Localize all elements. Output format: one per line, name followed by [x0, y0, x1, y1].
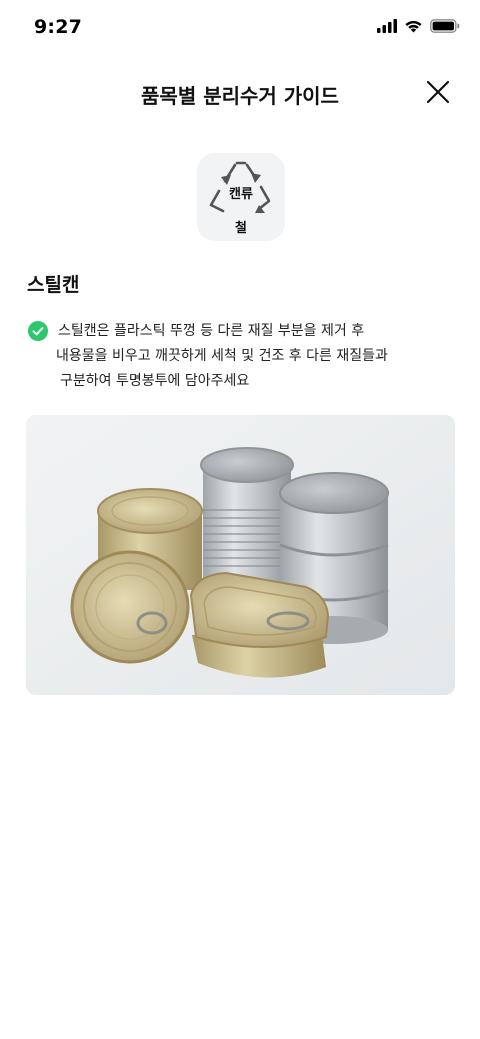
signal-icon [377, 19, 397, 33]
close-button[interactable] [424, 78, 452, 106]
header: 품목별 분리수거 가이드 [0, 64, 480, 120]
item-title: 스틸캔 [27, 274, 80, 296]
badge-material-label: 철 [235, 221, 247, 236]
wifi-icon [405, 20, 422, 33]
close-icon [426, 80, 450, 104]
check-circle-icon [28, 321, 48, 341]
status-time: 9:27 [34, 16, 83, 38]
steel-cans-photo [26, 415, 455, 695]
description-text: 스틸캔은 플라스틱 뚜껑 등 다른 재질 부분을 제거 후 내용물을 비우고 깨… [56, 319, 458, 394]
status-icons [377, 19, 460, 33]
status-bar: 9:27 [0, 0, 480, 56]
description-line: 내용물을 비우고 깨끗하게 세척 및 건조 후 다른 재질들과 [56, 348, 388, 364]
page-title: 품목별 분리수거 가이드 [141, 84, 339, 108]
description-line: 스틸캔은 플라스틱 뚜껑 등 다른 재질 부분을 제거 후 [58, 323, 365, 339]
battery-icon [430, 19, 460, 33]
badge-category-label: 캔류 [229, 187, 253, 202]
description-line: 구분하여 투명봉투에 담아주세요 [60, 373, 250, 389]
steel-cans-illustration [26, 415, 455, 695]
recycle-badge: 캔류 철 [197, 153, 285, 241]
